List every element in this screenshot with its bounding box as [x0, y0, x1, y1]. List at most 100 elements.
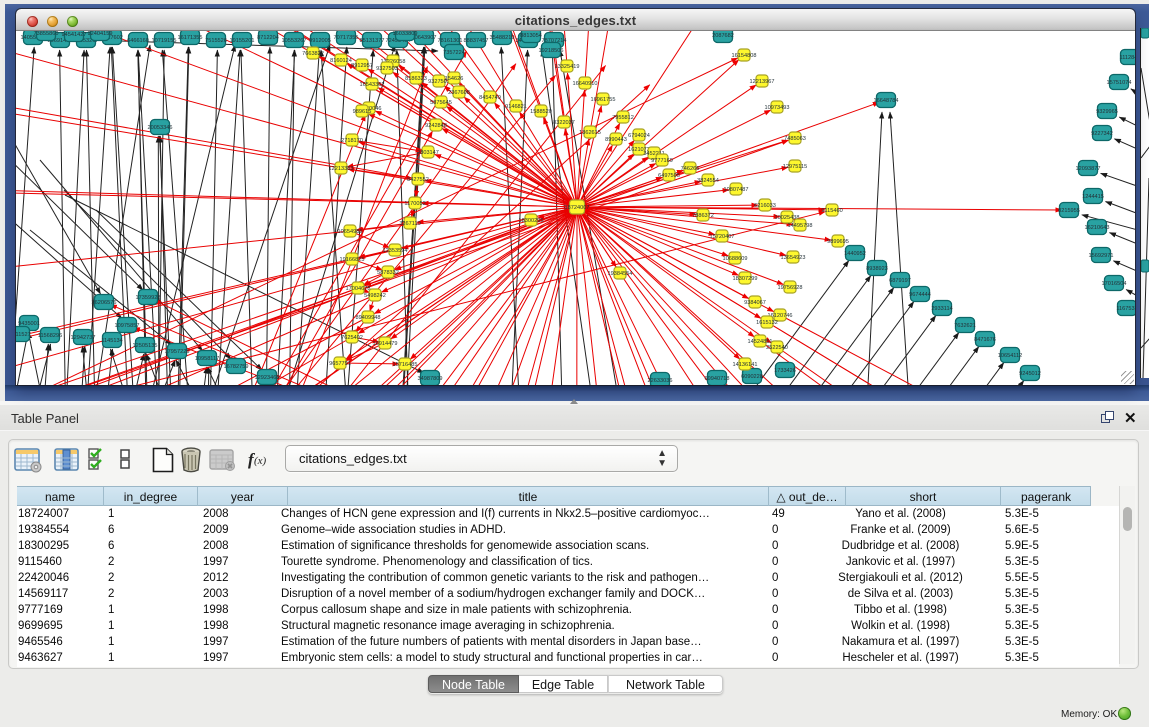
svg-text:15716485: 15716485 — [393, 362, 418, 368]
svg-text:7955812: 7955812 — [612, 115, 634, 121]
svg-text:9227342: 9227342 — [1091, 131, 1113, 137]
svg-text:10975857: 10975857 — [115, 323, 140, 329]
svg-text:8186323: 8186323 — [405, 76, 427, 82]
svg-text:13654923: 13654923 — [781, 255, 806, 261]
svg-text:17004678: 17004678 — [346, 286, 371, 292]
svg-text:746266: 746266 — [681, 166, 700, 172]
svg-text:8427552: 8427552 — [407, 177, 429, 183]
svg-text:85131377: 85131377 — [360, 38, 385, 44]
svg-text:16210643: 16210643 — [1085, 225, 1110, 231]
svg-text:16914479: 16914479 — [373, 341, 398, 347]
svg-text:15720407: 15720407 — [710, 234, 735, 240]
svg-text:9384067: 9384067 — [744, 300, 766, 306]
svg-text:2718170: 2718170 — [341, 138, 363, 144]
svg-text:9245012: 9245012 — [1019, 371, 1041, 377]
svg-text:3824554: 3824554 — [697, 178, 719, 184]
svg-text:7515526: 7515526 — [205, 38, 227, 44]
svg-text:15751074: 15751074 — [1107, 80, 1132, 86]
svg-text:94541427: 94541427 — [62, 32, 87, 38]
svg-text:10654985: 10654985 — [338, 229, 363, 235]
svg-text:8912957: 8912957 — [351, 63, 373, 69]
svg-text:9657791: 9657791 — [329, 361, 351, 367]
svg-text:7625402: 7625402 — [341, 335, 363, 341]
svg-text:17359928: 17359928 — [136, 295, 161, 301]
svg-text:12353594: 12353594 — [383, 248, 408, 254]
svg-text:8938923: 8938923 — [866, 266, 888, 272]
svg-text:16154808: 16154808 — [732, 53, 757, 59]
svg-text:7485063: 7485063 — [784, 136, 806, 142]
svg-text:9674444: 9674444 — [909, 292, 931, 298]
svg-text:16033809: 16033809 — [393, 31, 418, 37]
svg-text:19155201: 19155201 — [230, 38, 255, 44]
svg-text:18307299: 18307299 — [733, 276, 758, 282]
svg-text:2367608: 2367608 — [448, 90, 470, 96]
svg-text:12213383: 12213383 — [329, 166, 354, 172]
svg-text:12505135: 12505135 — [133, 343, 158, 349]
svg-text:8813054: 8813054 — [520, 33, 542, 39]
svg-text:16543362: 16543362 — [360, 82, 385, 88]
svg-text:9242848: 9242848 — [425, 123, 447, 129]
svg-text:11568296: 11568296 — [38, 333, 62, 339]
svg-text:15692971: 15692971 — [1089, 253, 1114, 259]
svg-text:1167533: 1167533 — [1116, 306, 1135, 312]
svg-text:9146821: 9146821 — [505, 104, 527, 110]
svg-text:6466160: 6466160 — [127, 38, 149, 44]
svg-text:16782759: 16782759 — [224, 364, 249, 370]
svg-text:12213967: 12213967 — [750, 79, 775, 85]
svg-text:7632621: 7632621 — [954, 323, 976, 329]
svg-text:8454749: 8454749 — [479, 95, 501, 101]
svg-text:1244415: 1244415 — [1082, 194, 1104, 200]
svg-text:20053346: 20053346 — [148, 125, 173, 131]
svg-text:69940718: 69940718 — [705, 376, 730, 382]
svg-text:7663822: 7663822 — [302, 51, 324, 57]
svg-text:19756928: 19756928 — [778, 285, 803, 291]
svg-text:78161301: 78161301 — [438, 38, 463, 44]
svg-text:10688609: 10688609 — [723, 256, 748, 262]
svg-text:2803147: 2803147 — [417, 150, 439, 156]
svg-text:35488219: 35488219 — [490, 35, 515, 41]
svg-text:88837457: 88837457 — [464, 38, 489, 44]
svg-text:3267110: 3267110 — [399, 221, 420, 227]
svg-text:6879197: 6879197 — [889, 278, 911, 284]
svg-text:8215955: 8215955 — [1058, 208, 1080, 214]
svg-text:8712204: 8712204 — [257, 35, 279, 41]
svg-text:1440952: 1440952 — [844, 251, 866, 257]
svg-text:92404159: 92404159 — [88, 31, 113, 37]
svg-text:16961755: 16961755 — [591, 97, 616, 103]
svg-text:5498242: 5498242 — [364, 293, 386, 299]
svg-text:2933114: 2933114 — [931, 306, 952, 312]
svg-text:16648784: 16648784 — [874, 98, 899, 104]
svg-text:154626: 154626 — [445, 76, 464, 82]
svg-text:5875645: 5875645 — [430, 100, 452, 106]
svg-text:10719155: 10719155 — [152, 38, 177, 44]
svg-text:1112845: 1112845 — [1120, 55, 1135, 61]
svg-text:989615: 989615 — [353, 109, 372, 115]
svg-text:2087682: 2087682 — [712, 33, 734, 39]
svg-text:10973493: 10973493 — [765, 105, 790, 111]
svg-text:70717355: 70717355 — [334, 35, 359, 41]
svg-text:8471676: 8471676 — [974, 337, 996, 343]
svg-text:10807487: 10807487 — [724, 187, 749, 193]
svg-text:5878332: 5878332 — [377, 270, 399, 276]
svg-text:26206576: 26206576 — [92, 300, 117, 306]
svg-text:2522540: 2522540 — [766, 345, 788, 351]
svg-text:3911527: 3911527 — [16, 332, 31, 338]
svg-text:1170052: 1170052 — [404, 201, 425, 207]
svg-text:12942737: 12942737 — [71, 335, 96, 341]
svg-text:12093877: 12093877 — [1076, 166, 1101, 172]
svg-text:9777169: 9777169 — [651, 158, 673, 164]
svg-text:8990443: 8990443 — [605, 137, 627, 143]
svg-text:1733426: 1733426 — [774, 368, 796, 374]
svg-text:12975115: 12975115 — [783, 164, 807, 170]
svg-text:9115460: 9115460 — [821, 208, 842, 214]
svg-text:12923468: 12923468 — [255, 375, 280, 381]
svg-text:17016504: 17016504 — [1102, 281, 1127, 287]
svg-text:89409948: 89409948 — [356, 315, 381, 321]
svg-text:19384554: 19384554 — [608, 271, 633, 277]
svg-text:9327503: 9327503 — [376, 66, 398, 72]
svg-text:1145134: 1145134 — [101, 338, 122, 344]
svg-text:(x): (x) — [254, 455, 267, 467]
svg-text:16171355: 16171355 — [178, 35, 203, 41]
svg-text:16640910: 16640910 — [573, 81, 598, 87]
svg-text:10553267: 10553267 — [282, 38, 307, 44]
